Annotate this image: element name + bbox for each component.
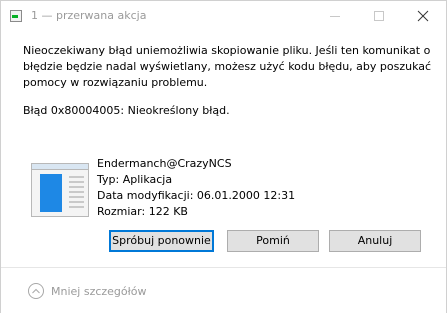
window-title: 1 — przerwana akcja (31, 9, 147, 22)
file-details: Endermanch@CrazyNCS Typ: Aplikacja Data … (97, 156, 295, 220)
file-modified: Data modyfikacji: 06.01.2000 12:31 (97, 189, 296, 202)
close-icon (417, 10, 429, 22)
file-name: Endermanch@CrazyNCS (97, 157, 232, 170)
cancel-button[interactable]: Anuluj (329, 230, 421, 252)
application-file-icon (31, 163, 89, 217)
progress-icon (10, 10, 22, 22)
file-size: Rozmiar: 122 KB (97, 205, 188, 218)
error-code: Błąd 0x80004005: Nieokreślony błąd. (23, 104, 230, 117)
error-dialog: 1 — przerwana akcja Nieoczekiwany błąd u… (0, 0, 447, 313)
close-button[interactable] (401, 1, 445, 31)
less-details-toggle[interactable]: Mniej szczegółów (51, 285, 147, 298)
retry-button[interactable]: Spróbuj ponownie (109, 230, 214, 252)
details-footer: Mniej szczegółów (1, 267, 446, 313)
chevron-up-icon[interactable] (28, 283, 44, 299)
title-bar: 1 — przerwana akcja (1, 1, 446, 31)
file-type: Typ: Aplikacja (97, 173, 173, 186)
maximize-icon (374, 11, 384, 21)
skip-button[interactable]: Pomiń (227, 230, 319, 252)
maximize-button[interactable] (357, 1, 401, 31)
error-message: Nieoczekiwany błąd uniemożliwia skopiowa… (23, 44, 432, 89)
minimize-button[interactable] (313, 1, 357, 31)
minimize-icon (330, 16, 340, 17)
